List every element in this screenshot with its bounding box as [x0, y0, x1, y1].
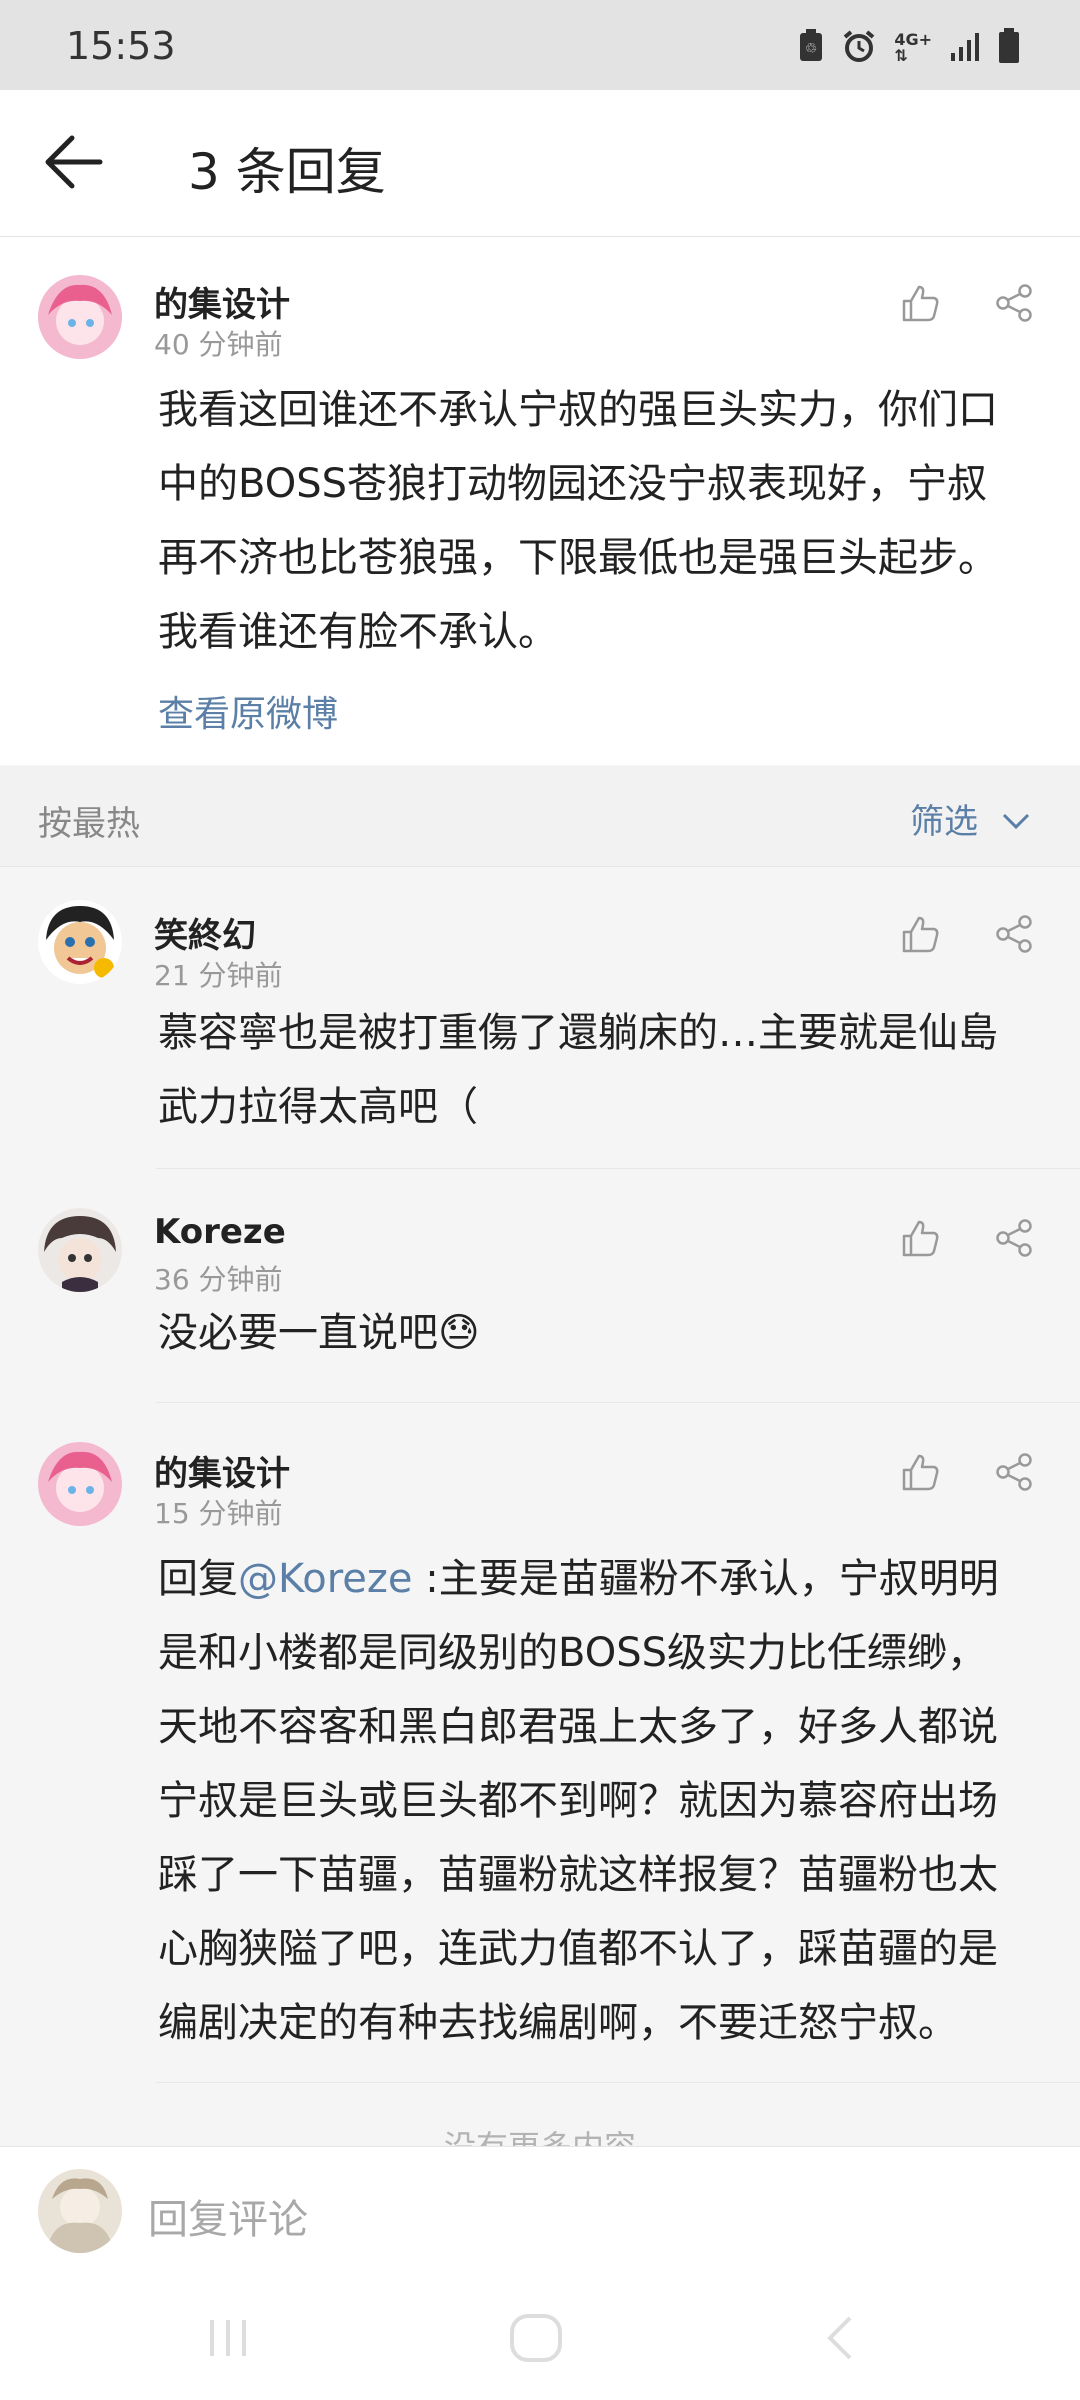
status-time: 15:53: [66, 24, 176, 68]
back-arrow-icon[interactable]: [44, 134, 104, 194]
comment-line: 回复@Koreze :主要是苗疆粉不承认，宁叔明明: [158, 1542, 1058, 1616]
comment-line: 没必要一直说吧😓: [158, 1310, 480, 1356]
username[interactable]: 的集设计: [154, 277, 290, 326]
reply-item: 的集设计 15 分钟前 回复@Koreze :主要是苗疆粉不承认，宁叔明明 是和…: [0, 1406, 1080, 2086]
comment-text: 我看这回谁还不承认宁叔的强巨头实力，你们口 中的BOSS苍狼打动物园还没宁叔表现…: [158, 373, 1058, 669]
chevron-down-icon: [1002, 799, 1030, 839]
comment-text: 慕容寧也是被打重傷了還躺床的…主要就是仙島 武力拉得太高吧（: [158, 996, 1058, 1144]
divider: [156, 2082, 1080, 2083]
comment-line: 踩了一下苗疆，苗疆粉就这样报复？苗疆粉也太: [158, 1852, 998, 1898]
avatar[interactable]: [38, 275, 122, 359]
svg-text:♲: ♲: [805, 41, 818, 57]
mention-link[interactable]: @Koreze: [238, 1556, 413, 1602]
alarm-icon: [842, 29, 876, 67]
comment-actions: [900, 914, 1034, 954]
like-thumb-icon[interactable]: [900, 1218, 940, 1258]
reply-comment-input[interactable]: 回复评论: [148, 2187, 308, 2245]
avatar[interactable]: [38, 900, 122, 984]
share-icon[interactable]: [994, 914, 1034, 954]
status-icons: ♲ 4G+ ⇅: [798, 28, 1020, 68]
like-thumb-icon[interactable]: [900, 1452, 940, 1492]
comment-line: 中的BOSS苍狼打动物园还没宁叔表现好，宁叔: [158, 461, 988, 507]
comment-line: 天地不容客和黑白郎君强上太多了，好多人都说: [158, 1704, 998, 1750]
comment-line: 我看谁还有脸不承认。: [158, 609, 558, 655]
comment-line: 武力拉得太高吧（: [158, 1084, 478, 1130]
page-title: 3 条回复: [188, 143, 386, 201]
comment-line: 编剧决定的有种去找编剧啊，不要迁怒宁叔。: [158, 2000, 958, 2046]
system-nav-bar: [0, 2274, 1080, 2400]
comment-line: 再不济也比苍狼强，下限最低也是强巨头起步。: [158, 535, 998, 581]
like-thumb-icon[interactable]: [900, 914, 940, 954]
username[interactable]: 的集设计: [154, 1446, 290, 1495]
data-arrows-icon: ⇅: [894, 46, 908, 65]
like-thumb-icon[interactable]: [900, 283, 940, 323]
comment-line: 是和小楼都是同级别的BOSS级实力比任缥缈，: [158, 1630, 988, 1676]
reply-item: Koreze 36 分钟前 没必要一直说吧😓: [0, 1172, 1080, 1404]
back-nav-icon[interactable]: [822, 2314, 856, 2366]
original-comment: 的集设计 40 分钟前 我看这回谁还不承认宁叔的强巨头实力，你们口 中的BOSS…: [0, 237, 1080, 765]
comment-text: 没必要一直说吧😓: [158, 1296, 1058, 1370]
reply-input-bar: 回复评论: [0, 2146, 1080, 2275]
share-icon[interactable]: [994, 1218, 1034, 1258]
comment-time: 40 分钟前: [154, 328, 283, 361]
comment-line: 慕容寧也是被打重傷了還躺床的…主要就是仙島: [158, 1010, 998, 1056]
comment-line: 我看这回谁还不承认宁叔的强巨头实力，你们口: [158, 387, 998, 433]
avatar[interactable]: [38, 1208, 122, 1292]
share-icon[interactable]: [994, 283, 1034, 323]
share-icon[interactable]: [994, 1452, 1034, 1492]
filter-button[interactable]: 筛选: [910, 794, 1030, 843]
comment-line: 宁叔是巨头或巨头都不到啊？就因为慕容府出场: [158, 1778, 998, 1824]
comment-time: 15 分钟前: [154, 1497, 283, 1530]
reply-prefix: 回复: [158, 1556, 238, 1602]
battery-saver-icon: ♲: [798, 29, 824, 67]
comment-text: 回复@Koreze :主要是苗疆粉不承认，宁叔明明 是和小楼都是同级别的BOSS…: [158, 1542, 1058, 2060]
comment-actions: [900, 1452, 1034, 1492]
username[interactable]: Koreze: [154, 1212, 286, 1252]
comment-line-text: :主要是苗疆粉不承认，宁叔明明: [412, 1556, 999, 1602]
username[interactable]: 笑終幻: [154, 908, 256, 957]
filter-label: 筛选: [910, 802, 978, 842]
status-bar: 15:53 ♲ 4G+ ⇅: [0, 0, 1080, 90]
comment-actions: [900, 1218, 1034, 1258]
signal-icon: [950, 31, 980, 65]
recent-apps-icon[interactable]: [206, 2316, 252, 2364]
avatar[interactable]: [38, 1442, 122, 1526]
battery-icon: [998, 28, 1020, 68]
comment-line: 心胸狭隘了吧，连武力值都不认了，踩苗疆的是: [158, 1926, 998, 1972]
comment-time: 21 分钟前: [154, 959, 283, 992]
top-app-bar: 3 条回复: [0, 90, 1080, 237]
network-type: 4G+ ⇅: [894, 30, 932, 65]
sort-bar: 按最热 筛选: [0, 766, 1080, 867]
reply-item: 笑終幻 21 分钟前 慕容寧也是被打重傷了還躺床的…主要就是仙島 武力拉得太高吧…: [0, 868, 1080, 1170]
home-icon[interactable]: [508, 2312, 564, 2368]
view-original-weibo-link[interactable]: 查看原微博: [158, 685, 338, 737]
divider: [156, 1168, 1080, 1169]
sort-label[interactable]: 按最热: [38, 796, 140, 845]
comment-actions: [900, 283, 1034, 323]
divider: [156, 1402, 1080, 1403]
comment-time: 36 分钟前: [154, 1263, 283, 1296]
current-user-avatar: [38, 2169, 122, 2253]
